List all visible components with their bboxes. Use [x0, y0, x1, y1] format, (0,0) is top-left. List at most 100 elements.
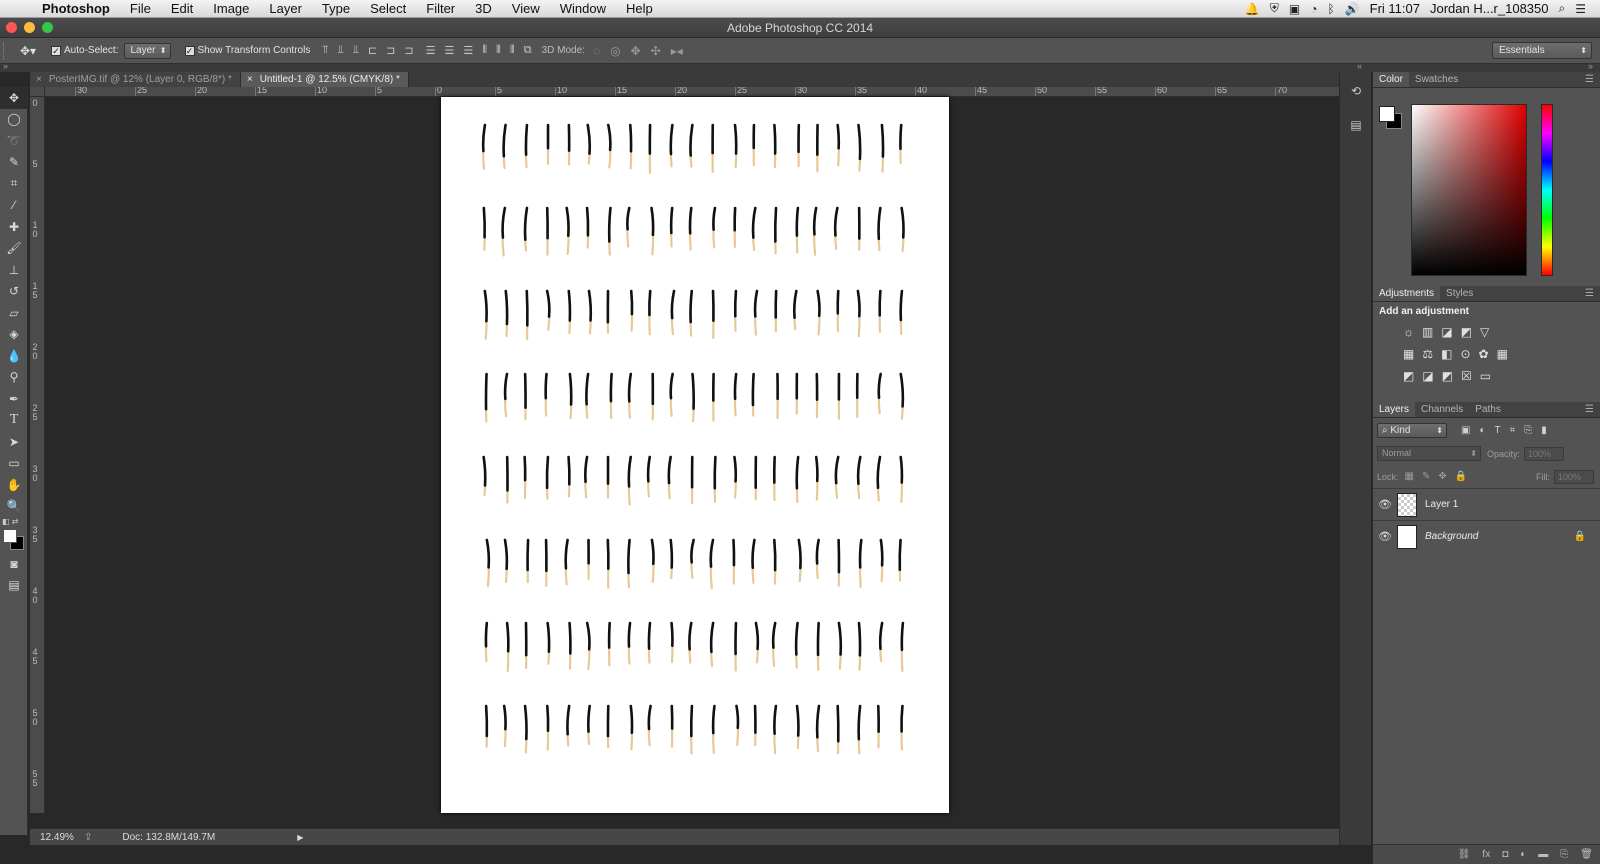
color-spectrum-field[interactable]	[1411, 104, 1527, 276]
zoom-window-button[interactable]	[42, 22, 53, 33]
delete-layer-icon[interactable]: 🗑	[1580, 849, 1593, 860]
align-bottom-icon[interactable]: ⫫	[353, 44, 359, 57]
doc-icon[interactable]: ▣	[1289, 2, 1300, 16]
tab-channels[interactable]: Channels	[1415, 402, 1469, 417]
lock-all-icon[interactable]: 🔒	[1455, 471, 1467, 482]
clock[interactable]: Fri 11:07	[1370, 1, 1420, 16]
filter-adjustment-icon[interactable]: ◐	[1479, 425, 1485, 436]
panel-menu-icon[interactable]: ☰	[1585, 402, 1594, 418]
menu-image[interactable]: Image	[203, 1, 259, 16]
tab-close-icon[interactable]: ×	[36, 72, 42, 87]
brush-tool-icon[interactable]: 🖌	[0, 238, 28, 260]
hand-tool-icon[interactable]: ✋	[0, 474, 28, 496]
filter-type-icon[interactable]: T	[1495, 425, 1501, 436]
filter-smart-object-icon[interactable]: ⎘	[1524, 425, 1532, 436]
move-tool-preset-icon[interactable]: ✥▾	[11, 44, 45, 58]
move-tool-icon[interactable]: ✥	[0, 87, 28, 109]
filter-shape-icon[interactable]: ⌗	[1510, 425, 1516, 436]
app-menu[interactable]: Photoshop	[34, 1, 120, 16]
menu-view[interactable]: View	[502, 1, 550, 16]
notification-center-icon[interactable]: ☰	[1575, 2, 1586, 16]
minimize-window-button[interactable]	[24, 22, 35, 33]
user-name[interactable]: Jordan H...r_108350	[1430, 1, 1549, 16]
align-hcenter-icon[interactable]: ⊐	[386, 44, 395, 57]
vertical-ruler[interactable]: 0510152025303540455055	[30, 97, 45, 813]
distribute-vcenter-icon[interactable]: ☰	[444, 44, 454, 57]
rectangle-tool-icon[interactable]: ▭	[0, 453, 28, 475]
layer-kind-filter[interactable]: ⌕ Kind	[1377, 423, 1447, 438]
tab-untitled-1[interactable]: × Untitled-1 @ 12.5% (CMYK/8) *	[241, 72, 409, 87]
menu-layer[interactable]: Layer	[259, 1, 312, 16]
distribute-hcenter-icon[interactable]: ⦀	[496, 44, 501, 57]
spotlight-search-icon[interactable]: ⌕	[1559, 1, 1566, 16]
visibility-eye-icon[interactable]: 👁	[1373, 530, 1397, 543]
new-adjustment-layer-icon[interactable]: ◐	[1520, 849, 1526, 860]
curves-icon[interactable]: ◪	[1441, 325, 1452, 339]
status-menu-arrow-icon[interactable]: ▶	[297, 833, 303, 842]
close-window-button[interactable]	[6, 22, 17, 33]
3d-pan-icon[interactable]: ✥	[631, 44, 641, 58]
default-colors-icon[interactable]: ◧ ⇄	[2, 517, 18, 526]
tab-close-icon[interactable]: ×	[247, 72, 253, 87]
time-machine-icon[interactable]: ◔	[1310, 2, 1317, 16]
tab-posterimg[interactable]: × PosterIMG.tif @ 12% (Layer 0, RGB/8*) …	[30, 72, 241, 87]
menu-select[interactable]: Select	[360, 1, 416, 16]
3d-roll-icon[interactable]: ◎	[610, 44, 620, 58]
new-group-icon[interactable]: ▬	[1538, 849, 1548, 860]
tab-color[interactable]: Color	[1373, 72, 1409, 87]
photo-filter-icon[interactable]: ⊙	[1460, 347, 1470, 361]
notification-bell-icon[interactable]: 🔔	[1245, 2, 1260, 16]
3d-scale-icon[interactable]: ▸◂	[671, 44, 683, 58]
collapse-dock-icon[interactable]: «	[1357, 61, 1362, 71]
history-brush-tool-icon[interactable]: ↺	[0, 281, 28, 303]
tab-swatches[interactable]: Swatches	[1409, 72, 1464, 87]
color-balance-icon[interactable]: ⚖	[1422, 347, 1433, 361]
fill-input[interactable]: 100%	[1554, 470, 1594, 484]
layer-lock-icon[interactable]: 🔒	[1574, 531, 1586, 542]
tab-layers[interactable]: Layers	[1373, 402, 1415, 417]
menu-filter[interactable]: Filter	[416, 1, 465, 16]
add-mask-icon[interactable]: ◘	[1502, 849, 1508, 860]
layer-name[interactable]: Layer 1	[1425, 499, 1458, 510]
share-icon[interactable]: ⇪	[84, 832, 92, 843]
options-grip[interactable]	[3, 43, 11, 59]
layer-row-layer-1[interactable]: 👁 Layer 1	[1373, 488, 1600, 520]
lasso-tool-icon[interactable]: ➰	[0, 130, 28, 152]
distribute-right-icon[interactable]: ⦀	[510, 44, 515, 57]
foreground-color-swatch[interactable]	[3, 529, 17, 543]
brightness-contrast-icon[interactable]: ☼	[1403, 325, 1414, 339]
show-transform-checkbox[interactable]: ✓	[185, 46, 195, 56]
expand-panels-icon[interactable]: »	[1588, 61, 1593, 71]
link-layers-icon[interactable]: ⛓	[1458, 849, 1471, 860]
threshold-icon[interactable]: ◩	[1442, 369, 1453, 383]
selective-color-icon[interactable]: ☒	[1461, 369, 1472, 383]
channel-mixer-icon[interactable]: ✿	[1479, 347, 1489, 361]
ruler-origin[interactable]	[30, 87, 45, 97]
menu-file[interactable]: File	[120, 1, 161, 16]
healing-brush-tool-icon[interactable]: ✚	[0, 216, 28, 238]
zoom-tool-icon[interactable]: 🔍	[0, 496, 28, 518]
lock-transparent-icon[interactable]: ▦	[1405, 471, 1414, 482]
horizontal-ruler[interactable]: 302520151050510152025303540455055606570	[45, 87, 1339, 97]
color-lookup-icon[interactable]: ▦	[1497, 347, 1508, 361]
collapse-tools-icon[interactable]: »	[3, 61, 8, 71]
tab-adjustments[interactable]: Adjustments	[1373, 286, 1440, 301]
color-panel-foreground-swatch[interactable]	[1379, 106, 1395, 122]
properties-panel-icon[interactable]: ▤	[1346, 116, 1366, 134]
screen-mode-icon[interactable]: ▤	[0, 575, 28, 597]
quick-selection-tool-icon[interactable]: ✎	[0, 152, 28, 174]
menu-type[interactable]: Type	[312, 1, 360, 16]
workspace-switcher[interactable]: Essentials	[1492, 42, 1592, 59]
new-layer-icon[interactable]: ⎘	[1560, 849, 1568, 860]
paint-bucket-tool-icon[interactable]: ◈	[0, 324, 28, 346]
path-selection-tool-icon[interactable]: ➤	[0, 431, 28, 453]
exposure-icon[interactable]: ◩	[1461, 325, 1472, 339]
invert-icon[interactable]: ◩	[1403, 369, 1414, 383]
layer-row-background[interactable]: 👁 Background 🔒	[1373, 520, 1600, 552]
tab-styles[interactable]: Styles	[1440, 286, 1479, 301]
blend-mode-dropdown[interactable]: Normal	[1377, 446, 1481, 461]
3d-orbit-icon[interactable]: ◌	[593, 44, 600, 58]
auto-select-checkbox[interactable]: ✓	[51, 46, 61, 56]
hue-slider[interactable]	[1541, 104, 1553, 276]
visibility-eye-icon[interactable]: 👁	[1373, 498, 1397, 511]
